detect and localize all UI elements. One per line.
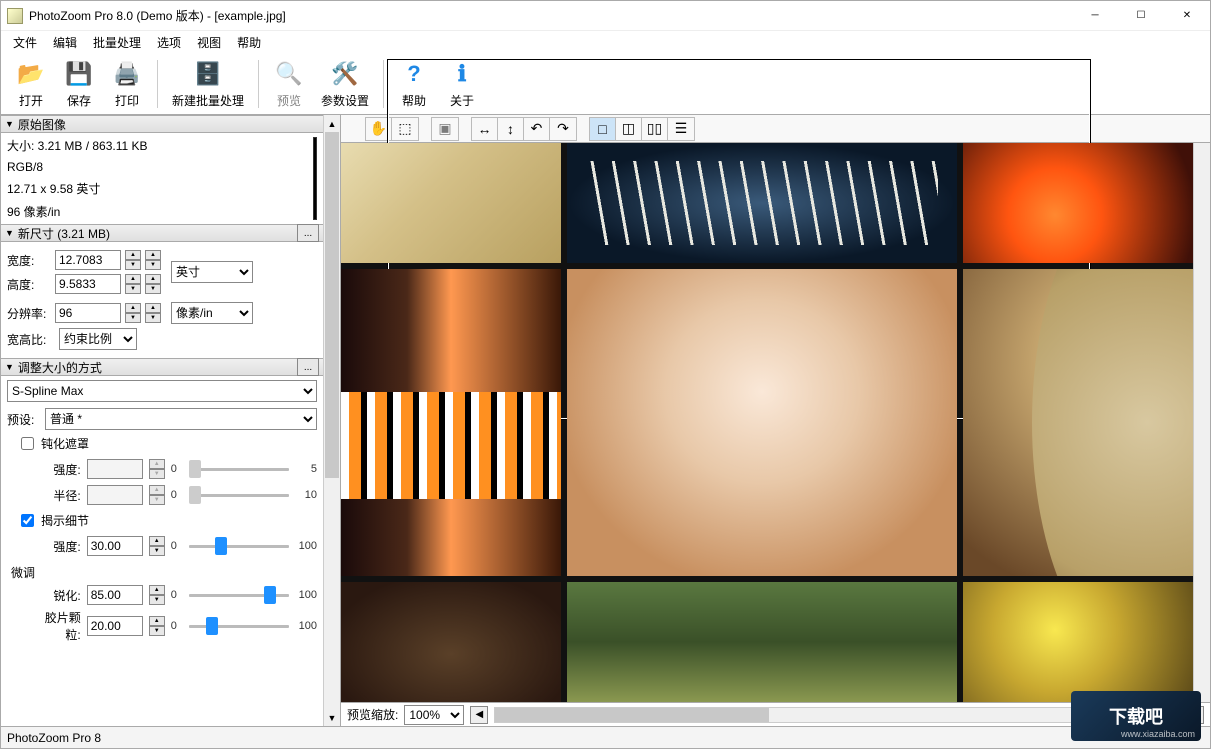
grain-label: 胶片颗粒: (37, 609, 81, 643)
params-button[interactable]: 🛠️参数设置 (313, 55, 377, 113)
menu-batch[interactable]: 批量处理 (87, 32, 147, 53)
preview-vscrollbar[interactable] (1193, 143, 1210, 702)
res-up[interactable]: ▲ (125, 303, 141, 313)
unsharp-label: 钝化遮罩 (41, 435, 89, 452)
crop-tool-button[interactable]: ▣ (432, 118, 458, 140)
section-resize-method[interactable]: ▼调整大小的方式... (1, 358, 323, 376)
menu-view[interactable]: 视图 (191, 32, 227, 53)
aspect-select[interactable]: 约束比例 (59, 328, 137, 350)
width-input[interactable] (55, 250, 121, 270)
height-input[interactable] (55, 274, 121, 294)
finetune-label: 微调 (11, 564, 317, 581)
height-link-down[interactable]: ▼ (145, 284, 161, 294)
aspect-label: 宽高比: (7, 331, 55, 348)
section-new-size[interactable]: ▼新尺寸 (3.21 MB)... (1, 224, 323, 242)
save-button[interactable]: 💾保存 (55, 55, 103, 113)
original-colormode: RGB/8 (7, 160, 313, 174)
resolution-label: 分辨率: (7, 305, 51, 322)
reveal-intensity-slider[interactable] (189, 536, 289, 556)
resolution-input[interactable] (55, 303, 121, 323)
unsharp-intensity-input (87, 459, 143, 479)
unsharp-intensity-label: 强度: (37, 461, 81, 478)
menu-options[interactable]: 选项 (151, 32, 187, 53)
res-down[interactable]: ▼ (125, 313, 141, 323)
newsize-options-button[interactable]: ... (297, 224, 319, 242)
tools-icon: 🛠️ (329, 58, 361, 90)
grain-slider[interactable] (189, 616, 289, 636)
watermark: 下载吧 www.xiazaiba.com (1071, 691, 1201, 741)
res-up2[interactable]: ▲ (145, 303, 161, 313)
size-unit-select[interactable]: 英寸 (171, 261, 253, 283)
resolution-unit-select[interactable]: 像素/in (171, 302, 253, 324)
window-title: PhotoZoom Pro 8.0 (Demo 版本) - [example.j… (29, 7, 1072, 24)
settings-panel: ▼原始图像 大小: 3.21 MB / 863.11 KB RGB/8 12.7… (1, 115, 341, 726)
zoom-select[interactable]: 100% (404, 705, 464, 725)
unsharp-radius-label: 半径: (37, 487, 81, 504)
width-link-down[interactable]: ▼ (145, 260, 161, 270)
preview-area: ✋ ⬚ ▣ ↔ ↕ ↶ ↷ □ ◫ ▯▯ ☰ (341, 115, 1210, 726)
status-text: PhotoZoom Pro 8 (7, 731, 101, 745)
menubar: 文件 编辑 批量处理 选项 视图 帮助 (1, 31, 1210, 53)
grain-down[interactable]: ▼ (149, 626, 165, 636)
reveal-intensity-label: 强度: (37, 538, 81, 555)
sharpen-down[interactable]: ▼ (149, 595, 165, 605)
resize-method-select[interactable]: S-Spline Max (7, 380, 317, 402)
width-down[interactable]: ▼ (125, 260, 141, 270)
folder-open-icon: 📂 (15, 58, 47, 90)
width-label: 宽度: (7, 252, 51, 269)
menu-edit[interactable]: 编辑 (47, 32, 83, 53)
zoom-out-button[interactable]: ◀ (470, 706, 488, 724)
print-button[interactable]: 🖨️打印 (103, 55, 151, 113)
height-label: 高度: (7, 276, 51, 293)
unsharp-radius-input (87, 485, 143, 505)
reveal-intensity-input[interactable] (87, 536, 143, 556)
unsharp-intensity-slider (189, 459, 289, 479)
section-original-image[interactable]: ▼原始图像 (1, 115, 323, 133)
res-down2[interactable]: ▼ (145, 313, 161, 323)
original-dimensions: 12.71 x 9.58 英寸 (7, 180, 313, 197)
zoom-label: 预览缩放: (347, 706, 398, 723)
width-link-up[interactable]: ▲ (145, 250, 161, 260)
menu-help[interactable]: 帮助 (231, 32, 267, 53)
panel-scrollbar[interactable]: ▲▼ (323, 115, 340, 726)
printer-icon: 🖨️ (111, 58, 143, 90)
new-batch-button[interactable]: 🗄️新建批量处理 (164, 55, 252, 113)
reveal-checkbox[interactable] (21, 514, 34, 527)
app-icon (7, 8, 23, 24)
sharpen-input[interactable] (87, 585, 143, 605)
minimize-button[interactable]: ─ (1072, 1, 1118, 31)
open-button[interactable]: 📂打开 (7, 55, 55, 113)
grain-input[interactable] (87, 616, 143, 636)
reveal-label: 揭示细节 (41, 512, 89, 529)
sharpen-slider[interactable] (189, 585, 289, 605)
statusbar: PhotoZoom Pro 8 (1, 726, 1210, 748)
preset-label: 预设: (7, 411, 41, 428)
maximize-button[interactable]: ☐ (1118, 1, 1164, 31)
height-link-up[interactable]: ▲ (145, 274, 161, 284)
grain-up[interactable]: ▲ (149, 616, 165, 626)
navigator-thumbnail[interactable] (313, 137, 317, 220)
titlebar: PhotoZoom Pro 8.0 (Demo 版本) - [example.j… (1, 1, 1210, 31)
unsharp-radius-slider (189, 485, 289, 505)
original-size: 大小: 3.21 MB / 863.11 KB (7, 137, 313, 154)
height-up[interactable]: ▲ (125, 274, 141, 284)
sharpen-label: 锐化: (37, 587, 81, 604)
sharpen-up[interactable]: ▲ (149, 585, 165, 595)
width-up[interactable]: ▲ (125, 250, 141, 260)
menu-file[interactable]: 文件 (7, 32, 43, 53)
unsharp-checkbox[interactable] (21, 437, 34, 450)
reveal-down[interactable]: ▼ (149, 546, 165, 556)
preset-select[interactable]: 普通 * (45, 408, 317, 430)
original-dpi: 96 像素/in (7, 203, 313, 220)
height-down[interactable]: ▼ (125, 284, 141, 294)
close-button[interactable]: ✕ (1164, 1, 1210, 31)
magnifier-icon: 🔍 (273, 58, 305, 90)
save-icon: 💾 (63, 58, 95, 90)
preview-canvas[interactable] (341, 143, 1193, 702)
preview-button[interactable]: 🔍预览 (265, 55, 313, 113)
batch-icon: 🗄️ (192, 58, 224, 90)
resize-options-button[interactable]: ... (297, 358, 319, 376)
reveal-up[interactable]: ▲ (149, 536, 165, 546)
